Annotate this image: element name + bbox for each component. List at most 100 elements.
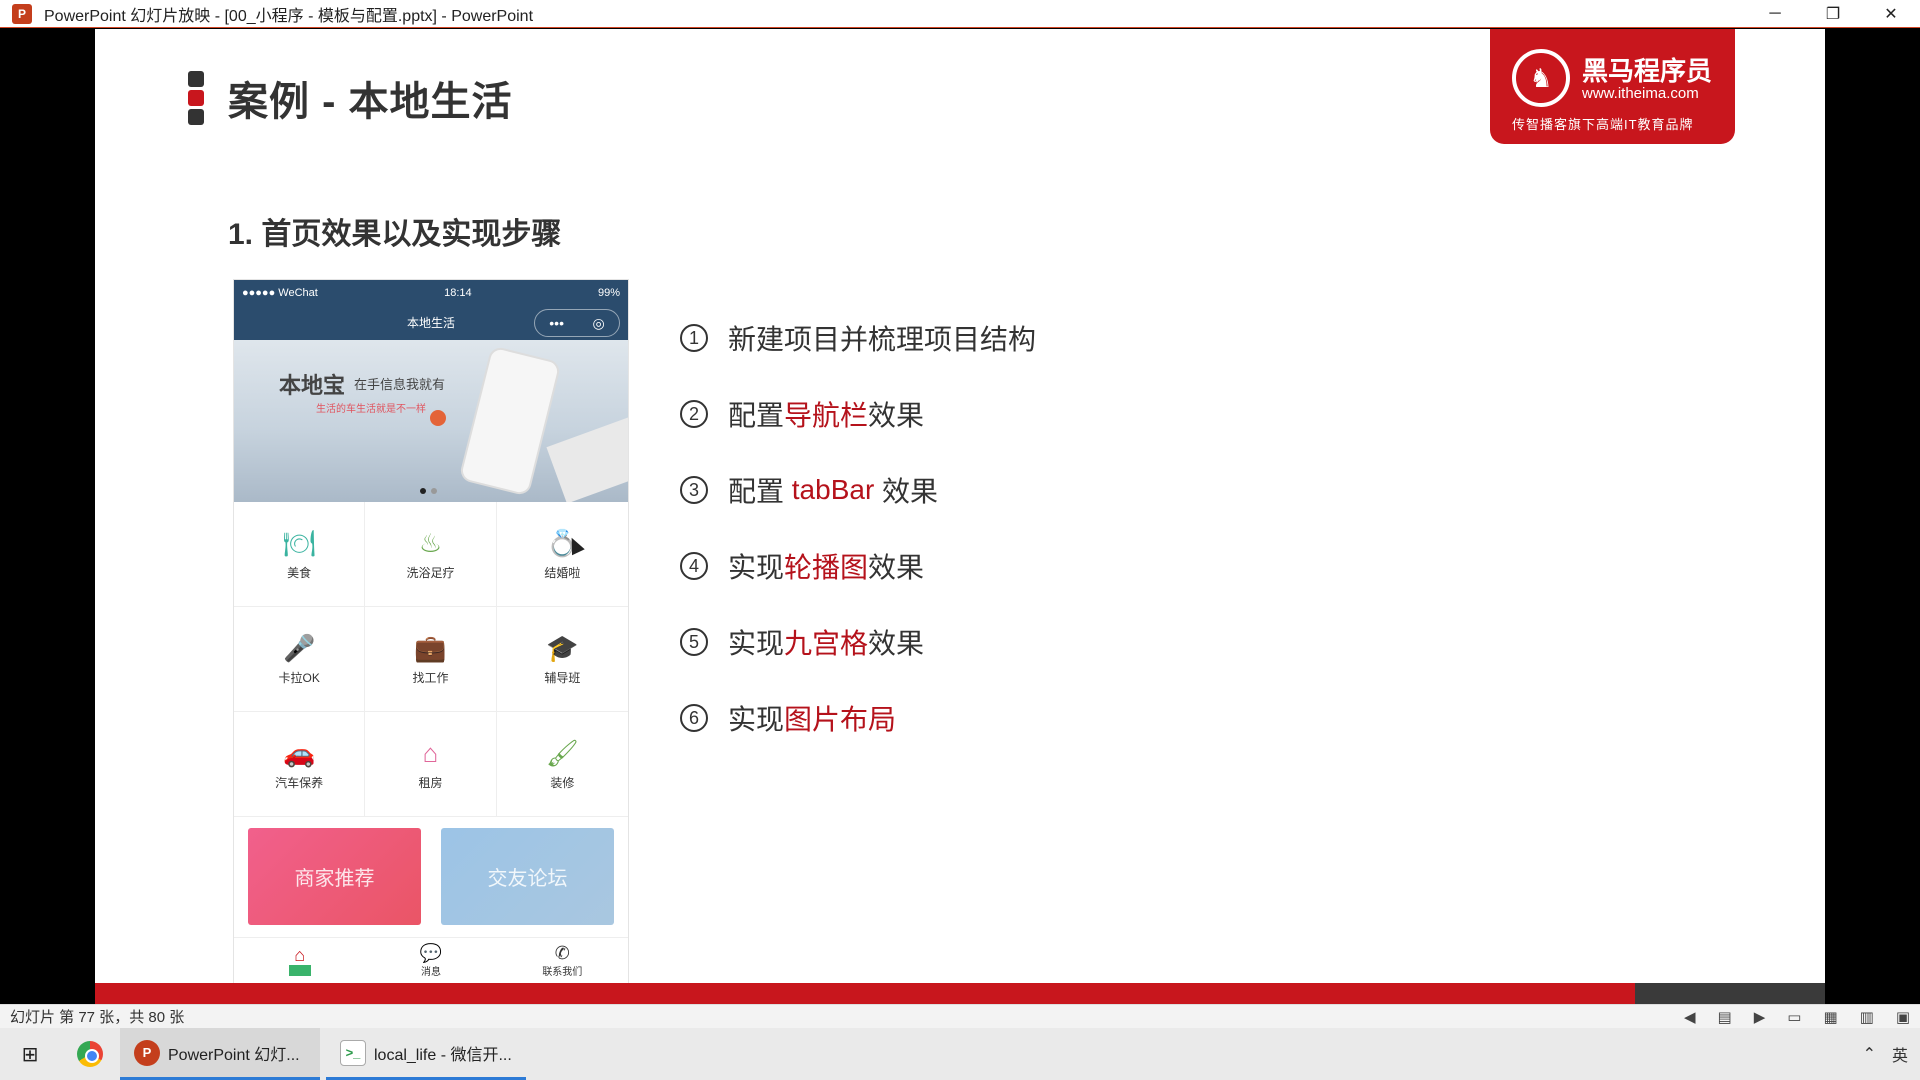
merchant-card: 商家推荐 [248, 828, 421, 925]
grid-item: 🖌 装修 [496, 712, 628, 817]
step-item: 4 实现 轮播图 效果 [680, 547, 1036, 585]
horse-logo-icon: ♞ [1512, 49, 1570, 107]
phone-tab-label: 消息 [420, 967, 441, 978]
logo-brand-text: 黑马程序员 [1582, 56, 1713, 86]
grid-item: 🎤 卡拉OK [234, 607, 366, 712]
step-text: 实现 [728, 704, 785, 735]
step-highlight-text: 九宫格 [784, 628, 869, 659]
indicator-dot [420, 488, 426, 494]
step-number: 1 [680, 324, 708, 352]
itheima-logo: ♞ 黑马程序员 www.itheima.com 传智播客旗下高端IT教育品牌 [1490, 29, 1735, 144]
step-number: 6 [680, 704, 708, 732]
windows-taskbar: ⊞ P PowerPoint 幻灯... >_ local_life - 微信开… [0, 1028, 1920, 1080]
message-icon: 💬 [419, 943, 443, 963]
slide[interactable]: 案例 - 本地生活 ♞ 黑马程序员 www.itheima.com 传智播客旗下… [95, 29, 1825, 1004]
step-text: 实现 [728, 552, 785, 583]
grid-item: 💼 找工作 [365, 607, 497, 712]
window-title: PowerPoint 幻灯片放映 - [00_小程序 - 模板与配置.pptx]… [44, 7, 534, 25]
system-tray: ⌃ 英 [1863, 1028, 1908, 1080]
grid-item-label: 找工作 [412, 670, 449, 685]
grid-item-label: 洗浴足疗 [406, 565, 455, 580]
step-text: 配置 [728, 476, 792, 507]
banner-indicator-dots [420, 488, 437, 494]
step-item: 5 实现 九宫格 效果 [680, 623, 1036, 661]
steps-list: 1 新建项目并梳理项目结构 2 配置 导航栏 效果 3 配置 tabBar 效果 4 实现 轮播图效… [680, 319, 1036, 775]
car-icon: 🚗 [282, 737, 316, 768]
step-text: 效果 [868, 628, 925, 659]
slide-title: 案例 - 本地生活 [228, 80, 513, 124]
step-text: 实现 [728, 628, 785, 659]
progress-rest [1635, 983, 1825, 1004]
logo-slogan-text: 传智播客旗下高端IT教育品牌 [1512, 117, 1694, 132]
indicator-dot [431, 488, 437, 494]
banner-pink-text: 生活的车生活就是不一样 [316, 404, 426, 415]
next-icon[interactable]: ▶ [1754, 1008, 1766, 1026]
step-text: 效果 [868, 552, 925, 583]
powerpoint-app-icon: P [12, 3, 32, 24]
banner-phone-image [458, 345, 562, 497]
window-titlebar: P PowerPoint 幻灯片放映 - [00_小程序 - 模板与配置.ppt… [0, 0, 1920, 28]
chrome-icon[interactable] [60, 1028, 120, 1080]
grid-item-label: 装修 [550, 775, 575, 790]
reading-view-icon[interactable]: ▥ [1860, 1008, 1874, 1026]
logo-site-text: www.itheima.com [1582, 85, 1699, 102]
slideshow-icon[interactable]: ▣ [1896, 1008, 1910, 1026]
bath-icon: ♨ [418, 527, 443, 558]
windows-start-icon[interactable]: ⊞ [0, 1028, 60, 1080]
previous-icon[interactable]: ◀ [1684, 1008, 1696, 1026]
taskbar-item-wechat-devtools[interactable]: >_ local_life - 微信开... [326, 1028, 526, 1080]
food-icon: 🍽 [282, 527, 316, 558]
slideshow-area[interactable]: 案例 - 本地生活 ♞ 黑马程序员 www.itheima.com 传智播客旗下… [0, 29, 1920, 1004]
phone-battery: 99% [597, 286, 620, 299]
house-icon: ⌂ [422, 737, 439, 768]
normal-view-icon[interactable]: ▭ [1787, 1008, 1801, 1026]
grid-item-label: 汽车保养 [275, 775, 324, 790]
banner-big-text: 本地宝 [279, 373, 346, 398]
banner-decoration [430, 410, 446, 426]
graduation-cap-icon: 🎓 [546, 632, 579, 663]
minimize-button[interactable]: ─ [1746, 0, 1804, 28]
window-controls: ─ ❐ ✕ [1746, 0, 1920, 28]
grid-item-label: 结婚啦 [544, 565, 581, 580]
step-number: 2 [680, 400, 708, 428]
phone-time: 18:14 [444, 286, 472, 299]
grid-item-label: 租房 [418, 775, 443, 790]
phone-banner-swiper: 本地宝 在手信息我就有 生活的车生活就是不一样 [234, 340, 628, 502]
grid-item: 🎓 辅导班 [496, 607, 628, 712]
phone-tab-item: ⌂ 首页 [234, 938, 365, 983]
taskbar-item-powerpoint[interactable]: P PowerPoint 幻灯... [120, 1028, 320, 1080]
chevron-up-icon[interactable]: ⌃ [1863, 1044, 1876, 1064]
restore-button[interactable]: ❐ [1804, 0, 1862, 28]
phone-screenshot: ●●●●● WeChat 18:14 99% 本地生活 ••• ◎ 本地宝 在手… [233, 279, 629, 984]
taskbar-item-label: local_life - 微信开... [374, 1046, 512, 1064]
phone-navbar: 本地生活 ••• ◎ [234, 305, 628, 340]
step-highlight-text: 图片布局 [784, 704, 897, 735]
view-controls: ◀ ▤ ▶ ▭ ▦ ▥ ▣ [1684, 1005, 1910, 1029]
step-text: 配置 [728, 400, 785, 431]
step-text: 效果 [874, 476, 939, 507]
wechat-devtools-icon: >_ [340, 1039, 366, 1066]
grid-item-label: 美食 [287, 565, 312, 580]
grid-item: 💍 结婚啦 [496, 502, 628, 607]
phone-nav-title: 本地生活 [406, 316, 455, 330]
grid-item-label: 卡拉OK [278, 670, 320, 685]
step-item: 6 实现 图片布局 [680, 699, 1036, 737]
slide-sorter-icon[interactable]: ▦ [1823, 1008, 1837, 1026]
banner-keyboard-image [546, 416, 628, 502]
grid-item: ♨ 洗浴足疗 [365, 502, 497, 607]
progress-fill [95, 983, 1655, 1004]
ime-indicator[interactable]: 英 [1892, 1042, 1908, 1066]
close-button[interactable]: ✕ [1862, 0, 1920, 28]
step-number: 5 [680, 628, 708, 656]
phone-carrier: ●●●●● WeChat [242, 286, 318, 299]
powerpoint-icon: P [134, 1039, 160, 1066]
slide-progress-bar [95, 983, 1825, 1004]
microphone-icon: 🎤 [282, 632, 316, 663]
phone-tab-item: 💬 消息 [365, 938, 496, 983]
slide-subtitle: 1. 首页效果以及实现步骤 [228, 218, 562, 251]
step-item: 3 配置 tabBar 效果 [680, 471, 1036, 509]
phone-tab-label: 联系我们 [542, 967, 583, 978]
grid-item: 🚗 汽车保养 [234, 712, 366, 817]
notes-icon[interactable]: ▤ [1718, 1008, 1732, 1026]
home-icon: ⌂ [294, 945, 306, 965]
